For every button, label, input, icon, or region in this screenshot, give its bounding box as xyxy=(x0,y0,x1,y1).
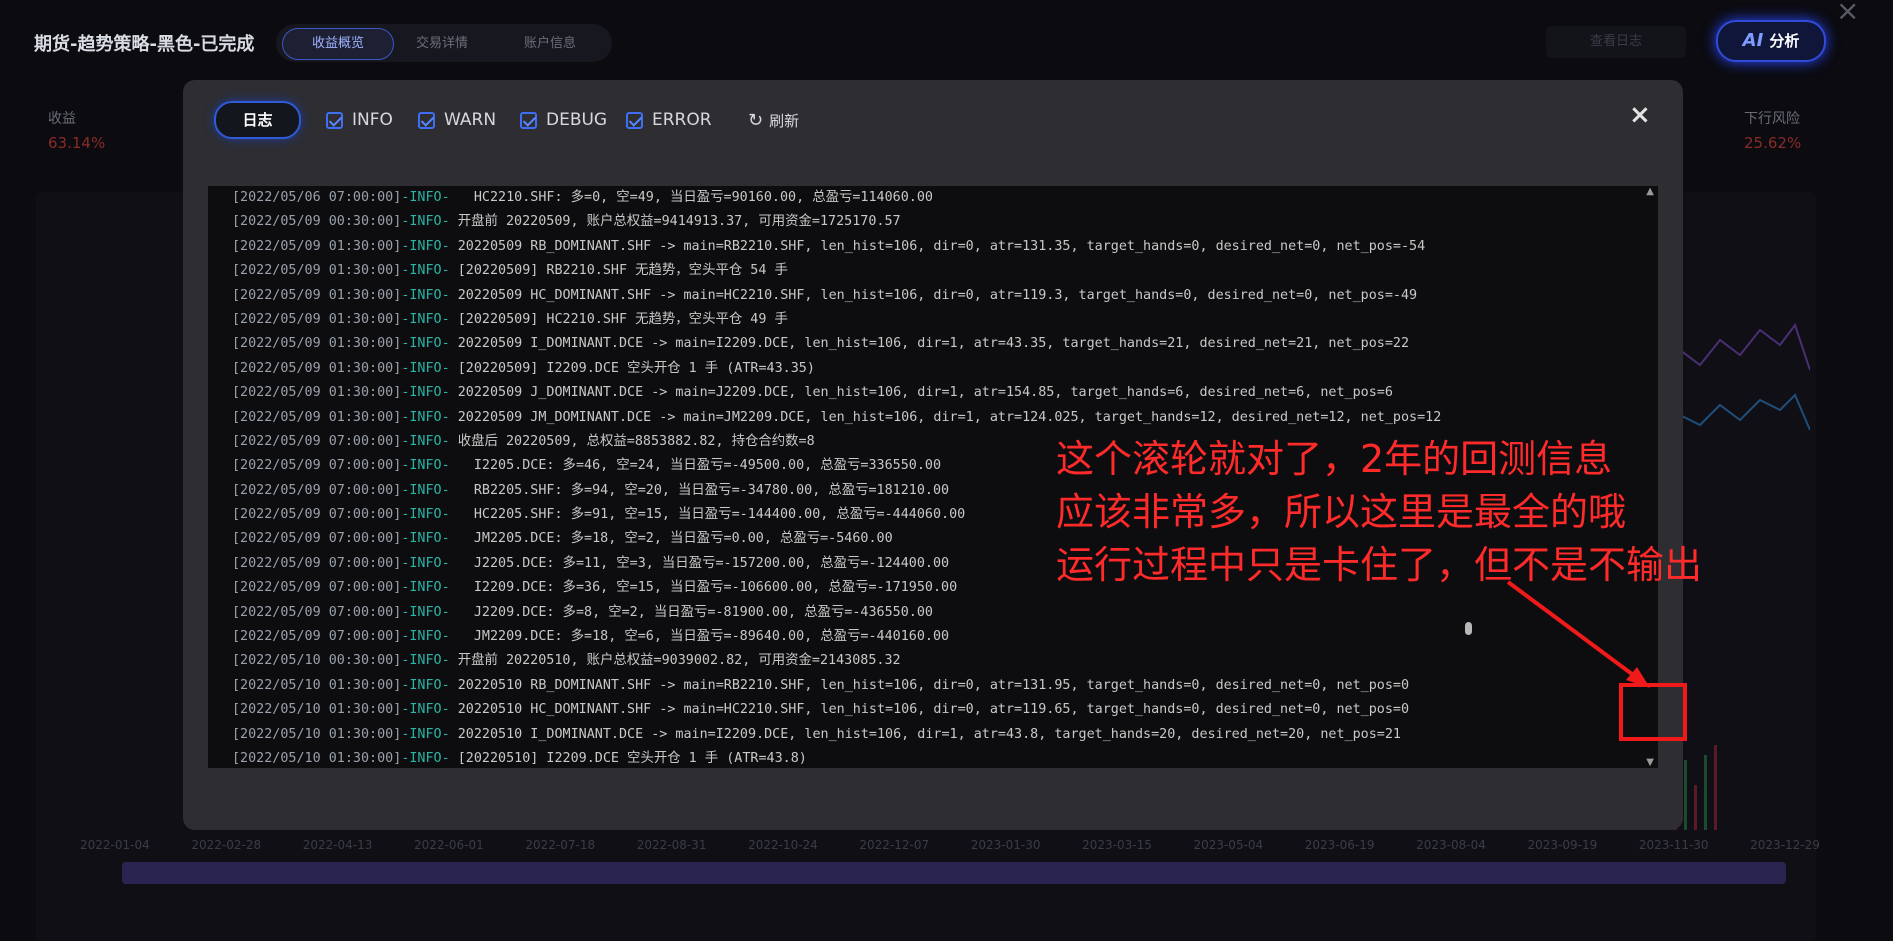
annotation-highlight-box xyxy=(1619,683,1687,741)
annotation-arrow xyxy=(1506,580,1650,688)
